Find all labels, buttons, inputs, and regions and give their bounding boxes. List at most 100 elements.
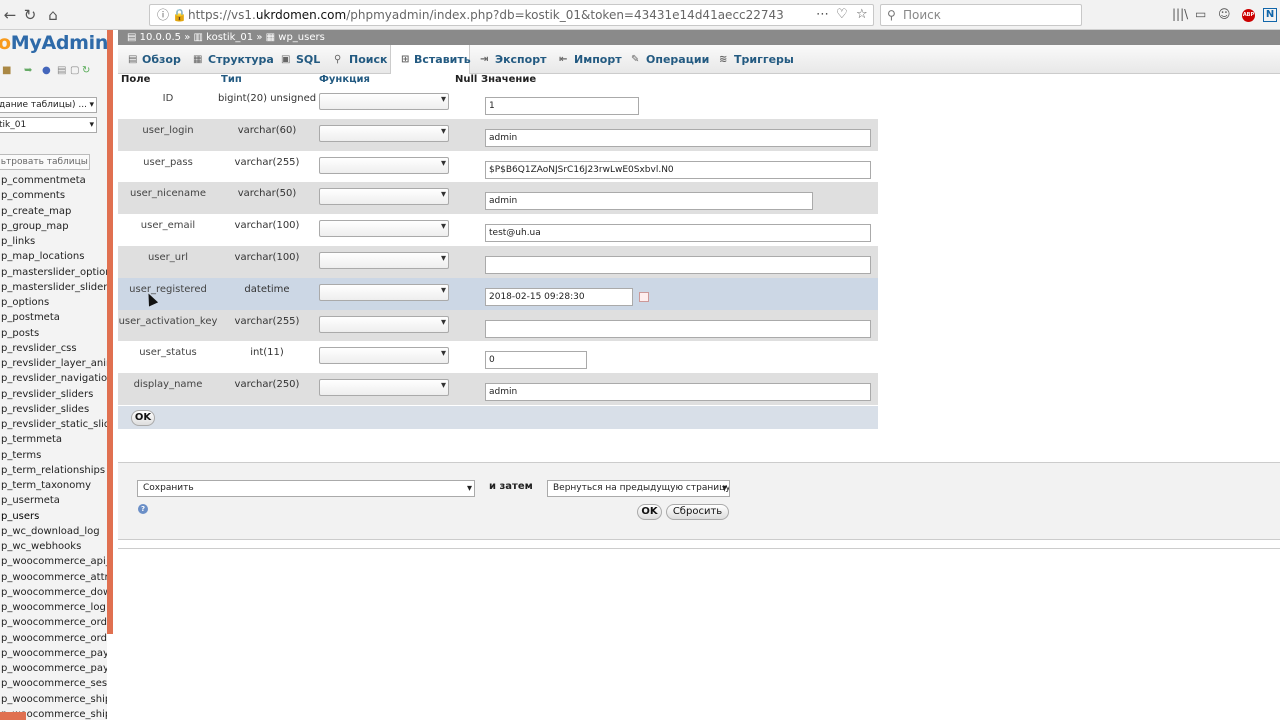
calendar-icon[interactable] — [639, 291, 649, 302]
function-select[interactable] — [319, 220, 449, 238]
table-filter-input[interactable]: льтровать таблицы — [0, 154, 90, 170]
adblock-icon[interactable]: ABP — [1242, 9, 1255, 22]
address-bar[interactable]: ⓘ 🔒 https://vs1.ukrdomen.com/phpmyadmin/… — [149, 4, 874, 26]
tab-search[interactable]: ⚲ Поиск — [324, 45, 387, 74]
sidebar-table-item[interactable]: p_woocommerce_api_keys — [1, 554, 107, 569]
sidebar-table-item[interactable]: p_woocommerce_order_items — [1, 631, 107, 646]
value-input[interactable] — [485, 256, 871, 274]
sidebar-table-item[interactable]: p_links — [1, 234, 107, 249]
sidebar-table-item[interactable]: p_users — [1, 509, 107, 524]
value-input[interactable]: 1 — [485, 97, 639, 115]
function-select[interactable] — [319, 283, 449, 301]
sidebar-table-item[interactable]: p_woocommerce_sessions — [1, 676, 107, 691]
function-select[interactable] — [319, 379, 449, 397]
sidebar-table-item[interactable]: p_create_map — [1, 204, 107, 219]
sidebar-table-item[interactable]: p_map_locations — [1, 249, 107, 264]
header-function[interactable]: Функция — [319, 74, 370, 86]
help-icon[interactable]: ? — [138, 504, 148, 514]
sidebar-table-item[interactable]: p_woocommerce_attribute_taxonomies — [1, 570, 107, 585]
sidebar-table-item[interactable]: p_wc_download_log — [1, 524, 107, 539]
sidebar-table-item[interactable]: p_masterslider_options — [1, 265, 107, 280]
help-icon[interactable]: ● — [42, 65, 51, 76]
value-input[interactable]: admin — [485, 128, 871, 147]
sidebar-table-item[interactable]: p_usermeta — [1, 493, 107, 508]
sidebar-table-item[interactable]: p_revslider_navigations — [1, 371, 107, 386]
tab-sql[interactable]: ▣ SQL — [271, 45, 321, 74]
sidebar-table-item[interactable]: p_revslider_sliders — [1, 387, 107, 402]
sidebar-table-item[interactable]: p_masterslider_sliders — [1, 280, 107, 295]
value-input[interactable]: admin — [485, 383, 871, 402]
create-table-select[interactable]: дание таблицы) ... — [0, 97, 97, 113]
sidebar-table-item[interactable]: p_revslider_static_slides — [1, 417, 107, 432]
sidebar-table-item[interactable]: p_posts — [1, 326, 107, 341]
function-select[interactable] — [319, 93, 449, 110]
sidebar-table-item[interactable]: p_woocommerce_payment_tokens — [1, 661, 107, 676]
sidebar-table-item[interactable]: p_term_relationships — [1, 463, 107, 478]
library-icon[interactable]: |||\ — [1172, 7, 1188, 21]
sidebar-table-item[interactable]: p_woocommerce_order_itemmeta — [1, 615, 107, 630]
sidebar-table-item[interactable]: p_woocommerce_downloadable_product_permi… — [1, 585, 107, 600]
pocket-icon[interactable]: ♡ — [836, 5, 848, 25]
function-select[interactable] — [319, 315, 449, 333]
sidebar-table-item[interactable]: p_woocommerce_payment_tokenmeta — [1, 646, 107, 661]
sidebar-table-item[interactable]: p_commentmeta — [1, 173, 107, 188]
back-icon[interactable]: ← — [0, 5, 20, 25]
function-select[interactable] — [319, 347, 449, 365]
sidebar-table-item[interactable]: p_terms — [1, 448, 107, 463]
header-type[interactable]: Тип — [221, 74, 242, 86]
screenshot-icon[interactable]: ☺ — [1218, 7, 1231, 21]
breadcrumb-table[interactable]: wp_users — [278, 32, 325, 43]
sidebar-table-item[interactable]: p_group_map — [1, 219, 107, 234]
function-select[interactable] — [319, 156, 449, 174]
docs-icon[interactable]: ▤ — [57, 65, 66, 76]
action-select[interactable]: Сохранить — [137, 480, 475, 497]
reset-button[interactable]: Сбросить — [666, 504, 729, 520]
tab-insert[interactable]: ⊞ Вставить — [390, 45, 471, 74]
ok-button[interactable]: OK — [131, 410, 155, 426]
value-input[interactable] — [485, 319, 871, 338]
tab-browse[interactable]: ▤ Обзор — [118, 45, 181, 74]
sidebar-table-item[interactable]: p_termmeta — [1, 432, 107, 447]
function-select[interactable] — [319, 252, 449, 269]
phpmyadmin-logo[interactable]: oMyAdmin — [0, 32, 107, 54]
home-icon[interactable]: ⌂ — [43, 5, 63, 25]
info-icon[interactable]: ⓘ — [157, 5, 169, 25]
tab-triggers[interactable]: ≋ Триггеры — [709, 45, 794, 74]
reload-nav-icon[interactable]: ↻ — [82, 65, 90, 76]
bookmark-star-icon[interactable]: ☆ — [856, 5, 868, 25]
sidebar-table-item[interactable]: p_comments — [1, 188, 107, 203]
breadcrumb-database[interactable]: kostik_01 — [206, 32, 253, 43]
tab-export[interactable]: ⇥ Экспорт — [470, 45, 546, 74]
sidebar-table-item[interactable]: p_woocommerce_log — [1, 600, 107, 615]
sidebar-table-item[interactable]: p_woocommerce_shipping_zones — [1, 692, 107, 707]
reload-icon[interactable]: ↻ — [20, 5, 40, 25]
breadcrumb-server[interactable]: 10.0.0.5 — [140, 32, 181, 43]
sidebar-table-item[interactable]: p_options — [1, 295, 107, 310]
sidebar-table-item[interactable]: p_wc_webhooks — [1, 539, 107, 554]
function-select[interactable] — [319, 124, 449, 142]
function-select[interactable] — [319, 188, 449, 206]
sidebar-table-item[interactable]: p_revslider_layer_animations — [1, 356, 107, 371]
pane-resizer[interactable] — [107, 30, 113, 634]
sidebar-table-item[interactable]: p_revslider_slides — [1, 402, 107, 417]
sidebar-table-item[interactable]: p_term_taxonomy — [1, 478, 107, 493]
tab-import[interactable]: ⇤ Импорт — [549, 45, 622, 74]
settings-icon[interactable]: ▢ — [70, 65, 79, 76]
value-input[interactable]: $P$B6Q1ZAoNJSrC16J23rwLwE0Sxbvl.N0 — [485, 160, 871, 179]
value-input[interactable]: 0 — [485, 351, 587, 370]
submit-ok-button[interactable]: OK — [637, 504, 662, 520]
database-select[interactable]: tik_01 — [0, 117, 97, 133]
tab-structure[interactable]: ▦ Структура — [183, 45, 274, 74]
after-insert-select[interactable]: Вернуться на предыдущую страницу — [547, 480, 730, 497]
sidebar-icon[interactable]: ▭ — [1195, 7, 1206, 21]
logout-icon[interactable]: ➥ — [24, 65, 32, 76]
sidebar-table-item[interactable]: p_revslider_css — [1, 341, 107, 356]
search-bar[interactable]: ⚲ Поиск — [880, 4, 1082, 26]
tab-operations[interactable]: ✎ Операции — [621, 45, 709, 74]
value-input[interactable]: admin — [485, 192, 813, 211]
sidebar-table-item[interactable]: p_postmeta — [1, 310, 107, 325]
home-nav-icon[interactable]: ■ — [2, 65, 11, 76]
more-icon[interactable]: ⋯ — [816, 5, 829, 25]
extension-n-icon[interactable]: N — [1263, 8, 1277, 22]
value-input[interactable]: test@uh.ua — [485, 224, 871, 243]
